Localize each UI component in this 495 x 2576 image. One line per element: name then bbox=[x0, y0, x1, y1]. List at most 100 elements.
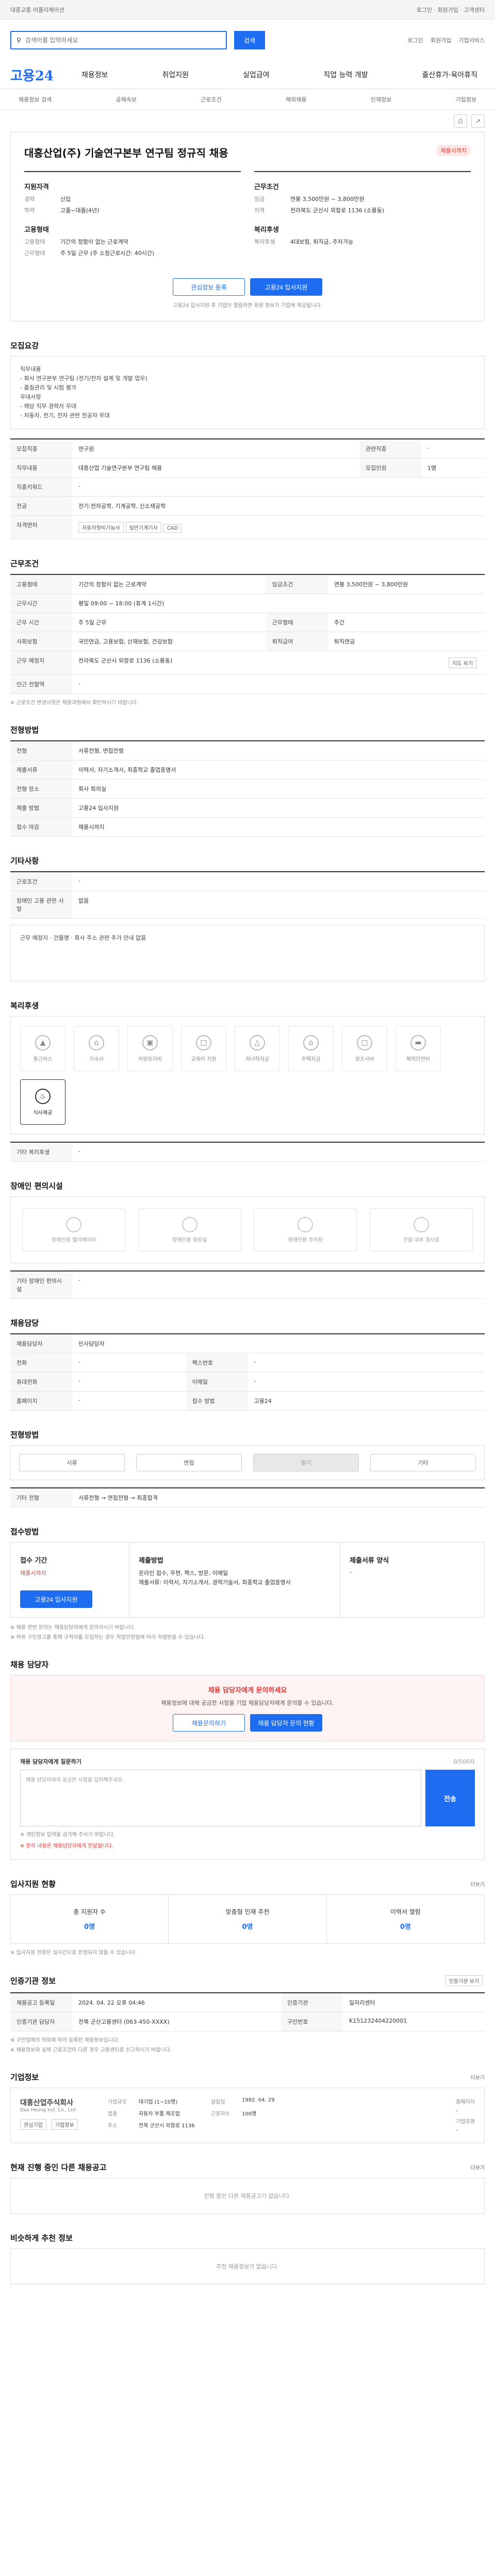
company-details: 기업규모 대기업 (1~10명) 설립일 1992. 04. 29 업종 자동차 부품 … bbox=[108, 2097, 446, 2129]
stats-note: ※ 입사지원 현황은 실시간으로 반영되지 않을 수 있습니다. bbox=[10, 1950, 137, 1956]
th: 장애인 고용 관련 사항 bbox=[10, 891, 72, 919]
qualification-col: 지원자격 경력 신입 학력 고졸~대졸(4년) 고용형태 고용형태 기간의 정함이 없… bbox=[24, 171, 241, 261]
org-button[interactable]: 인증기관 보기 bbox=[445, 1975, 483, 1986]
benefit-label: 체력단련비 bbox=[406, 1056, 430, 1062]
kv-label: 경력 bbox=[24, 196, 35, 202]
td: - bbox=[72, 1271, 485, 1299]
search-box[interactable]: ⚲ bbox=[10, 31, 227, 49]
company-val: 대기업 (1~10명) bbox=[139, 2099, 178, 2105]
benefit-label: 통근버스 bbox=[33, 1056, 53, 1062]
apply-grid: 접수 기간 채용시까지 고용24 입사지원 제출방법 온라인 접수, 우편, 팩스, … bbox=[10, 1542, 485, 1618]
section-title: 기업정보 bbox=[10, 2073, 39, 2082]
th: 근로조건 bbox=[10, 872, 72, 891]
company-side: 홈페이지 - 기업유형 - bbox=[456, 2097, 475, 2133]
th: 근무 예정지 bbox=[10, 651, 72, 675]
facility-grid: 장애인용 엘리베이터 장애인용 화장실 장애인용 주차장 건물 내부 경사로 bbox=[10, 1196, 485, 1263]
benefit-label: 차량유지비 bbox=[138, 1056, 162, 1062]
map-button[interactable]: 지도 보기 bbox=[449, 657, 476, 668]
etc-table: 근로조건 - 장애인 고용 관련 사항 없음 bbox=[10, 871, 485, 919]
company-val: - bbox=[456, 2128, 458, 2133]
subnav-item[interactable]: 채용정보 검색 bbox=[10, 95, 60, 104]
method-chip: 기타 bbox=[370, 1454, 476, 1471]
recruit-section: 모집요강 직무내용 - 회사 연구본부 연구팀 (전기/전자 설계 및 개발 업무… bbox=[10, 340, 485, 539]
method-chip: 서류 bbox=[19, 1454, 125, 1471]
th: 제출 방법 bbox=[10, 798, 72, 818]
benefit-item-active: ♨ 식사제공 bbox=[20, 1079, 65, 1125]
apply-button[interactable]: 고용24 입사지원 bbox=[250, 278, 322, 296]
join-link[interactable]: 회원가입 bbox=[431, 36, 451, 44]
share-icon[interactable]: ↗ bbox=[471, 114, 485, 128]
empty-state: 진행 중인 다른 채용공고가 없습니다. bbox=[10, 2178, 485, 2214]
method-etc-table: 기타 전형 서류전형 → 면접전형 → 최종합격 bbox=[10, 1487, 485, 1507]
stat-value: 0명 bbox=[84, 1923, 95, 1931]
benefit-item: ⌂ 기숙사 bbox=[74, 1026, 119, 1071]
subnav-item[interactable]: 인재정보 bbox=[362, 95, 400, 104]
subnav-item[interactable]: 해외채용 bbox=[277, 95, 315, 104]
stat-label: 맞춤형 인재 추천 bbox=[225, 1908, 270, 1916]
th: 사회보험 bbox=[10, 632, 72, 651]
company-val: - bbox=[456, 2108, 458, 2114]
company-key: 기업규모 bbox=[108, 2099, 127, 2105]
etc-text: 근무 예정지 · 건물명 · 회사 주소 관련 추가 안내 없음 bbox=[20, 935, 146, 941]
search-button[interactable]: 검색 bbox=[234, 31, 265, 49]
section-title: 장애인 편의시설 bbox=[10, 1181, 63, 1191]
print-icon[interactable]: ⎙ bbox=[454, 114, 467, 128]
facility-label: 건물 내부 경사로 bbox=[403, 1237, 440, 1243]
apply-button-2[interactable]: 고용24 입사지원 bbox=[20, 1590, 92, 1608]
top-left: 대중교통 어플리케이션 bbox=[10, 7, 64, 13]
td: 평일 09:00 ~ 18:00 (휴게 1시간) bbox=[72, 594, 485, 613]
inquiry-note: ※ 문의 내용은 채용담당자에게 전달됩니다. bbox=[20, 1843, 113, 1849]
company-info-button[interactable]: 기업정보 bbox=[51, 2119, 78, 2130]
subnav-item[interactable]: 기업정보 bbox=[447, 95, 484, 104]
th: 고용형태 bbox=[10, 574, 72, 594]
td: - bbox=[72, 1391, 186, 1411]
subnav-item[interactable]: 공채속보 bbox=[107, 95, 144, 104]
menu-support[interactable]: 취업지원 bbox=[155, 70, 196, 80]
send-button[interactable]: 전송 bbox=[425, 1770, 475, 1826]
td: 채용시까지 bbox=[72, 817, 485, 837]
td: - bbox=[421, 439, 485, 459]
kv-label: 근무형태 bbox=[24, 250, 45, 257]
login-link[interactable]: 로그인 bbox=[408, 36, 423, 44]
th: 휴대전화 bbox=[10, 1372, 72, 1392]
th: 임금조건 bbox=[266, 574, 328, 594]
user-links: 로그인 회원가입 기업서비스 bbox=[408, 36, 485, 44]
inquiry-textarea[interactable]: 채용 담당자에게 궁금한 사항을 입력해주세요. bbox=[20, 1770, 421, 1826]
inquiry-button[interactable]: 채용문의하기 bbox=[173, 1714, 245, 1732]
inquiry-status-button[interactable]: 채용 담당자 문의 현황 bbox=[250, 1714, 322, 1732]
facility-item: 장애인용 주차장 bbox=[254, 1208, 357, 1251]
benefit-section: 복리후생 ▲ 통근버스 ⌂ 기숙사 ▣ 차량유지비 □ 교육비 지원 △ 자녀학자금 ⌂ 주… bbox=[10, 1000, 485, 1162]
menu-leave[interactable]: 출산휴가·육아휴직 bbox=[415, 70, 485, 80]
th: 기타 장애인 편의시설 bbox=[10, 1271, 72, 1299]
search-input[interactable] bbox=[25, 37, 221, 44]
company-section: 기업정보 더보기 대흥산업주식회사 Dae Heung Ind. Co., Ltd.… bbox=[10, 2072, 485, 2143]
top-right[interactable]: 로그인 · 회원가입 · 고객센터 bbox=[417, 6, 485, 14]
site-logo[interactable]: 고용24 bbox=[10, 65, 54, 84]
biz-link[interactable]: 기업서비스 bbox=[458, 36, 485, 44]
kv-label: 학력 bbox=[24, 207, 35, 214]
th: 홈페이지 bbox=[10, 1391, 72, 1411]
menu-jobs[interactable]: 채용정보 bbox=[74, 70, 116, 80]
apply-method-title: 제출방법 bbox=[139, 1557, 163, 1565]
interest-company-button[interactable]: 관심기업 bbox=[20, 2119, 46, 2130]
notice-line: ※ 채용 관련 문의는 채용담당자에게 문의하시기 바랍니다. bbox=[10, 1625, 136, 1631]
more-link[interactable]: 더보기 bbox=[470, 2163, 485, 2171]
conditions-title: 근무조건 bbox=[254, 183, 279, 191]
more-link[interactable]: 더보기 bbox=[470, 2073, 485, 2081]
method-buttons: 서류 면접 필기 기타 bbox=[10, 1445, 485, 1480]
kv-value: 기간의 정함이 없는 근로계약 bbox=[60, 239, 128, 245]
menu-benefit[interactable]: 실업급여 bbox=[236, 70, 277, 80]
method-chip: 면접 bbox=[136, 1454, 242, 1471]
subnav-item[interactable]: 근로조건 bbox=[192, 95, 229, 104]
sub-nav: 채용정보 검색 공채속보 근로조건 해외채용 인재정보 기업정보 bbox=[0, 89, 495, 110]
apply-section: 접수방법 접수 기간 채용시까지 고용24 입사지원 제출방법 온라인 접수, 우편,… bbox=[10, 1526, 485, 1640]
menu-training[interactable]: 직업 능력 개발 bbox=[316, 70, 375, 80]
global-nav: 고용24 채용정보 취업지원 실업급여 직업 능력 개발 출산휴가·육아휴직 bbox=[0, 61, 495, 89]
benefit-item: ▣ 차량유지비 bbox=[127, 1026, 173, 1071]
td: 2024. 04. 22 오후 04:46 bbox=[72, 1993, 282, 2012]
more-link[interactable]: 더보기 bbox=[470, 1880, 485, 1888]
th: 직무내용 bbox=[10, 458, 72, 478]
th: 전공 bbox=[10, 496, 72, 516]
save-interest-button[interactable]: 관심정보 등록 bbox=[173, 278, 245, 296]
kv-value: 연봉 3,500만원 ~ 3,800만원 bbox=[290, 196, 365, 202]
